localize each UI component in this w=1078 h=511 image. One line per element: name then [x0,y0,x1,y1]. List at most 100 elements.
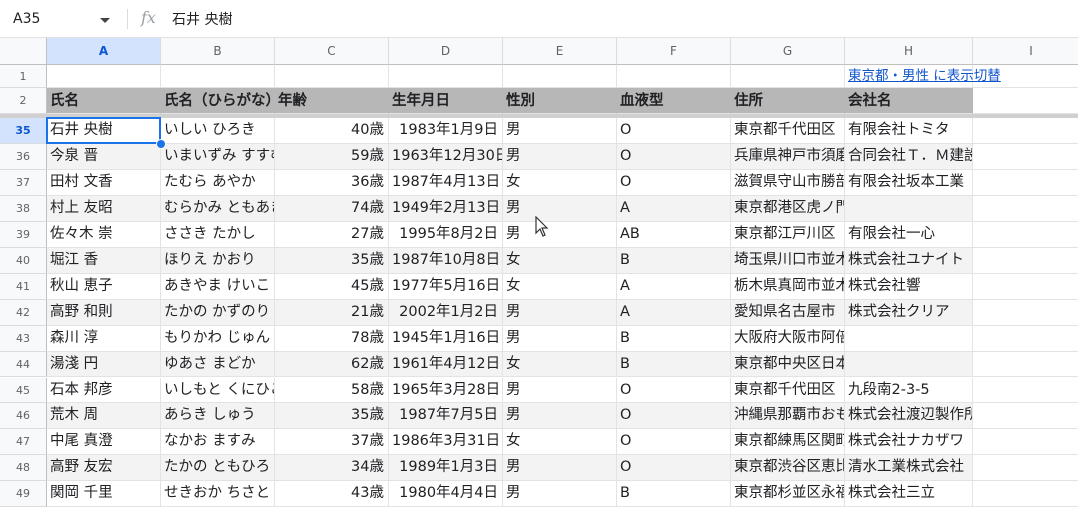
cell-a[interactable]: 秋山 恵子 [47,273,161,300]
fill-handle[interactable] [156,138,166,149]
cell-g[interactable]: 沖縄県那覇市おもろまち [731,403,845,430]
cell-b[interactable]: ささき たかし [161,221,275,248]
cell-h[interactable]: 会社名 [845,88,973,114]
cell-g[interactable]: 東京都中央区日本橋本町1-2-21 [731,351,845,378]
cell-g[interactable] [731,65,845,88]
row-header[interactable]: 35 [0,118,47,144]
cell-g[interactable]: 住所 [731,88,845,114]
cell-g[interactable]: 東京都千代田区 [731,377,845,404]
cell-d[interactable]: 1977年5月16日 [389,273,503,300]
cell-f[interactable]: A [617,195,731,222]
row-header[interactable]: 1 [0,65,47,88]
name-box[interactable]: A35 [0,4,122,34]
cell-b[interactable]: もりかわ じゅん [161,325,275,352]
cell-g[interactable]: 大阪府大阪市阿倍野区昭和町2-1 [731,325,845,352]
cell-c[interactable]: 35歳 [275,403,389,430]
cell-i[interactable] [973,325,1078,352]
cell-h[interactable] [845,351,973,378]
cell-a[interactable]: 佐々木 崇 [47,221,161,248]
cell-d[interactable]: 1987年7月5日 [389,403,503,430]
cell-c[interactable]: 36歳 [275,169,389,196]
cell-f[interactable]: O [617,143,731,170]
cell-i[interactable] [973,169,1078,196]
column-header-f[interactable]: F [617,38,731,65]
cell-h[interactable]: 有限会社一心 [845,221,973,248]
cell-h[interactable]: 株式会社ユナイト [845,247,973,274]
cell-a[interactable]: 中尾 真澄 [47,429,161,456]
row-header[interactable]: 43 [0,325,47,352]
cell-d[interactable]: 1961年4月12日 [389,351,503,378]
cell-c[interactable]: 年齢 [275,88,389,114]
select-all-corner[interactable] [0,38,47,65]
cell-f[interactable]: O [617,403,731,430]
column-header-i[interactable]: I [973,38,1078,65]
cell-h[interactable]: 合同会社Ｔ．Ｍ建設 [845,143,973,170]
cell-c[interactable]: 62歳 [275,351,389,378]
cell-c[interactable]: 78歳 [275,325,389,352]
cell-d[interactable]: 1983年1月9日 [389,118,503,144]
cell-g[interactable]: 東京都渋谷区恵比寿 [731,455,845,482]
cell-a[interactable]: 高野 和則 [47,299,161,326]
cell-h[interactable]: 株式会社響 [845,273,973,300]
cell-d[interactable]: 1980年4月4日 [389,481,503,508]
cell-f[interactable]: O [617,169,731,196]
row-header[interactable]: 44 [0,351,47,378]
cell-f[interactable]: O [617,118,731,144]
cell-b[interactable]: たかの かずのり [161,299,275,326]
cell-h[interactable]: 株式会社クリア [845,299,973,326]
cell-e[interactable]: 男 [503,325,617,352]
column-header-a[interactable]: A [47,38,161,65]
cell-e[interactable]: 性別 [503,88,617,114]
cell-a[interactable]: 森川 淳 [47,325,161,352]
cell-e[interactable]: 女 [503,169,617,196]
cell-e[interactable]: 女 [503,273,617,300]
cell-g[interactable]: 兵庫県神戸市須磨区 [731,143,845,170]
cell-i[interactable] [973,429,1078,456]
cell-f[interactable]: AB [617,221,731,248]
cell-g[interactable]: 埼玉県川口市並木 [731,247,845,274]
cell-e[interactable]: 男 [503,118,617,144]
cell-c[interactable] [275,65,389,88]
cell-i[interactable] [973,481,1078,508]
cell-d[interactable]: 1989年1月3日 [389,455,503,482]
row-header[interactable]: 46 [0,403,47,430]
row-header[interactable]: 37 [0,169,47,196]
cell-d[interactable]: 1987年4月13日 [389,169,503,196]
chevron-down-icon[interactable] [100,18,110,23]
cell-i[interactable] [973,221,1078,248]
cell-g[interactable]: 東京都練馬区関町 [731,429,845,456]
cell-h[interactable]: 株式会社三立 [845,481,973,508]
cell-e[interactable]: 男 [503,143,617,170]
column-header-d[interactable]: D [389,38,503,65]
cell-b[interactable]: いまいずみ すすむ [161,143,275,170]
cell-e[interactable]: 男 [503,221,617,248]
cell-h[interactable]: 東京都・男性 に表示切替 [845,65,1001,88]
cell-i[interactable] [973,299,1078,326]
cell-d[interactable]: 1987年10月8日 [389,247,503,274]
cell-g[interactable]: 愛知県名古屋市 [731,299,845,326]
cell-c[interactable]: 21歳 [275,299,389,326]
cell-f[interactable]: O [617,429,731,456]
cell-c[interactable]: 40歳 [275,118,389,144]
cell-d[interactable]: 1986年3月31日 [389,429,503,456]
cell-f[interactable]: B [617,481,731,508]
cell-a[interactable]: 石本 邦彦 [47,377,161,404]
cell-b[interactable]: あらき しゅう [161,403,275,430]
cell-i[interactable] [973,195,1078,222]
cell-b[interactable]: たむら あやか [161,169,275,196]
cell-h[interactable]: 株式会社渡辺製作所 [845,403,973,430]
cell-h[interactable]: 九段南2-3-5 [845,377,973,404]
row-header[interactable]: 40 [0,247,47,274]
cell-f[interactable] [617,65,731,88]
cell-b[interactable]: 氏名（ひらがな） [161,88,275,114]
row-header[interactable]: 45 [0,377,47,404]
cell-g[interactable]: 東京都杉並区永福 [731,481,845,508]
cell-d[interactable]: 1995年8月2日 [389,221,503,248]
cell-f[interactable]: O [617,377,731,404]
column-header-e[interactable]: E [503,38,617,65]
cell-h[interactable]: 清水工業株式会社 [845,455,973,482]
cell-g[interactable]: 東京都港区虎ノ門3-2-16 [731,195,845,222]
cell-i[interactable] [973,273,1078,300]
cell-a[interactable]: 今泉 晋 [47,143,161,170]
cell-b[interactable]: いしもと くにひこ [161,377,275,404]
